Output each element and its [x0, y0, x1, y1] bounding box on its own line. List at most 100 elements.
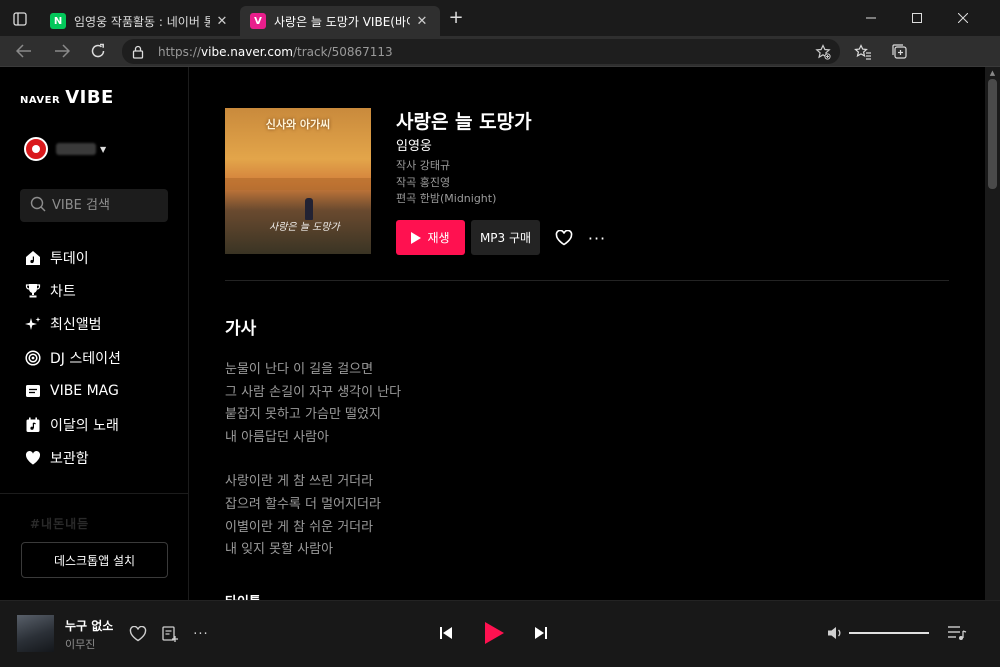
naver-vibe-logo[interactable]: NAVER VIBE	[20, 87, 114, 108]
lyric-line: 잡으려 할수록 더 멀어지더라	[225, 496, 381, 512]
sidebar-item-song-of-month[interactable]: 이달의 노래	[24, 408, 174, 441]
volume-fill	[849, 632, 929, 634]
sidebar-item-label: 이달의 노래	[50, 417, 119, 434]
cover-figure-decoration	[305, 198, 313, 220]
next-track-icon[interactable]	[530, 622, 552, 644]
like-heart-icon[interactable]	[553, 227, 575, 249]
artist-link[interactable]: 임영웅	[396, 135, 432, 154]
minimize-icon[interactable]	[848, 4, 894, 32]
sidebar-item-dj-station[interactable]: DJ 스테이션	[24, 341, 174, 374]
sidebar-item-label: 최신앨범	[50, 317, 102, 334]
url-field[interactable]: https://vibe.naver.com/track/50867113	[122, 39, 840, 64]
search-icon	[30, 196, 46, 216]
cover-caption-text: 사랑은 늘 도망가	[269, 222, 340, 233]
home-note-icon	[24, 249, 42, 267]
lyric-line: 이별이란 게 참 쉬운 거더라	[225, 519, 374, 535]
play-button[interactable]: 재생	[396, 220, 465, 255]
sidebar-item-chart[interactable]: 차트	[24, 274, 174, 307]
account-menu[interactable]: ▼	[24, 137, 106, 161]
track-title: 사랑은 늘 도망가	[396, 111, 532, 133]
add-to-playlist-icon[interactable]	[159, 623, 181, 645]
more-options-icon[interactable]: ···	[586, 227, 608, 249]
sidebar-item-new-albums[interactable]: 최신앨범	[24, 308, 174, 341]
close-tab-icon[interactable]: ✕	[214, 14, 230, 29]
url-path: /track/50867113	[292, 44, 393, 59]
sidebar-item-label: 투데이	[50, 250, 89, 267]
lyric-line: 그 사람 손길이 자꾸 생각이 난다	[225, 384, 402, 400]
tab-title: 임영웅 작품활동 : 네이버 통합검색	[74, 14, 210, 29]
vibe-page: NAVER VIBE ▼ 투데이	[0, 67, 1000, 600]
now-playing-title[interactable]: 누구 없소	[65, 617, 113, 634]
close-window-icon[interactable]	[940, 4, 986, 32]
url-host: vibe.naver.com	[201, 44, 293, 59]
player-like-heart-icon[interactable]	[127, 623, 149, 645]
vibe-favicon-icon: V	[250, 13, 266, 29]
sidebar: NAVER VIBE ▼ 투데이	[0, 67, 189, 600]
volume-slider[interactable]	[849, 632, 929, 634]
next-section-heading: 타이틀	[225, 591, 261, 600]
album-cover[interactable]: 신사와 아가씨 사랑은 늘 도망가	[225, 108, 371, 254]
sidebar-nav: 투데이 차트 최신앨범 DJ 스테이션 VIBE MAG 이달의 노래 보관함	[24, 241, 174, 475]
collections-icon[interactable]	[888, 40, 912, 64]
radio-icon	[24, 349, 42, 367]
lyric-stanza: 사랑이란 게 참 쓰린 거더라 잡으려 할수록 더 멀어지더라 이별이란 게 참…	[225, 471, 825, 561]
previous-track-icon[interactable]	[435, 622, 457, 644]
track-credits: 작사 강태규 작곡 홍진영 편곡 한밤(Midnight)	[396, 158, 496, 208]
lyric-stanza: 눈물이 난다 이 길을 걸으면 그 사람 손길이 자꾸 생각이 난다 붙잡지 못…	[225, 359, 825, 449]
track-detail: 신사와 아가씨 사랑은 늘 도망가 사랑은 늘 도망가 임영웅 작사 강태규 작…	[189, 67, 985, 600]
install-desktop-app-button[interactable]: 데스크톱앱 설치	[21, 542, 168, 578]
scroll-up-arrow-icon[interactable]: ▲	[988, 69, 997, 77]
refresh-icon[interactable]	[86, 40, 110, 62]
credit-lyricist: 작사 강태규	[396, 159, 451, 172]
tab-actions-icon[interactable]	[8, 8, 32, 30]
buy-mp3-button[interactable]: MP3 구매	[471, 220, 540, 255]
lyric-line: 눈물이 난다 이 길을 걸으면	[225, 362, 374, 377]
search-box[interactable]	[20, 189, 168, 222]
back-arrow-icon[interactable]	[12, 40, 36, 62]
maximize-icon[interactable]	[894, 4, 940, 32]
search-input[interactable]	[52, 198, 162, 213]
add-favorite-star-icon[interactable]	[814, 43, 832, 61]
naver-favicon-icon: N	[50, 13, 66, 29]
player-play-icon[interactable]	[481, 620, 507, 646]
lyric-line: 붙잡지 못하고 가슴만 떨었지	[225, 407, 381, 423]
playlist-queue-icon[interactable]	[946, 622, 968, 644]
promo-banner-text[interactable]: #내돈내듣	[30, 515, 89, 532]
calendar-note-icon	[24, 416, 42, 434]
play-icon	[411, 231, 422, 244]
player-more-icon[interactable]: ···	[190, 623, 212, 645]
sidebar-item-library[interactable]: 보관함	[24, 441, 174, 474]
sidebar-item-label: DJ 스테이션	[50, 350, 121, 367]
favorites-icon[interactable]	[851, 40, 875, 64]
close-tab-icon[interactable]: ✕	[414, 14, 430, 29]
credit-composer: 작곡 홍진영	[396, 175, 451, 189]
avatar	[24, 137, 48, 161]
sidebar-item-today[interactable]: 투데이	[24, 241, 174, 274]
player-bar: 누구 없소 이무진 ···	[0, 600, 1000, 667]
browser-tab-vibe[interactable]: V 사랑은 늘 도망가 VIBE(바이브) ✕	[240, 6, 440, 36]
lyric-line: 사랑이란 게 참 쓰린 거더라	[225, 474, 374, 490]
logo-naver-text: NAVER	[20, 95, 61, 106]
sidebar-item-vibe-mag[interactable]: VIBE MAG	[24, 375, 174, 408]
sidebar-item-label: 보관함	[50, 451, 89, 468]
sidebar-item-label: VIBE MAG	[50, 383, 119, 400]
now-playing-artist[interactable]: 이무진	[65, 636, 95, 652]
browser-tab-naver-search[interactable]: N 임영웅 작품활동 : 네이버 통합검색 ✕	[40, 6, 240, 36]
browser-tab-bar: N 임영웅 작품활동 : 네이버 통합검색 ✕ V 사랑은 늘 도망가 VIBE…	[0, 0, 1000, 36]
now-playing-cover[interactable]	[17, 615, 54, 652]
cover-sea-decoration	[225, 178, 371, 190]
volume-icon[interactable]	[825, 622, 847, 644]
heart-icon	[24, 449, 42, 467]
scroll-thumb[interactable]	[988, 79, 997, 189]
new-tab-button[interactable]: +	[446, 9, 466, 29]
trophy-icon	[24, 282, 42, 300]
cover-title-text: 신사와 아가씨	[265, 118, 331, 131]
sidebar-divider	[0, 493, 189, 494]
lock-icon	[132, 45, 146, 59]
play-label: 재생	[427, 231, 450, 245]
page-scrollbar[interactable]: ▲	[985, 67, 1000, 600]
caret-down-icon: ▼	[100, 144, 107, 154]
content-divider	[225, 280, 949, 281]
forward-arrow-icon[interactable]	[50, 40, 74, 62]
lyric-line: 내 아름답던 사람아	[225, 429, 329, 445]
